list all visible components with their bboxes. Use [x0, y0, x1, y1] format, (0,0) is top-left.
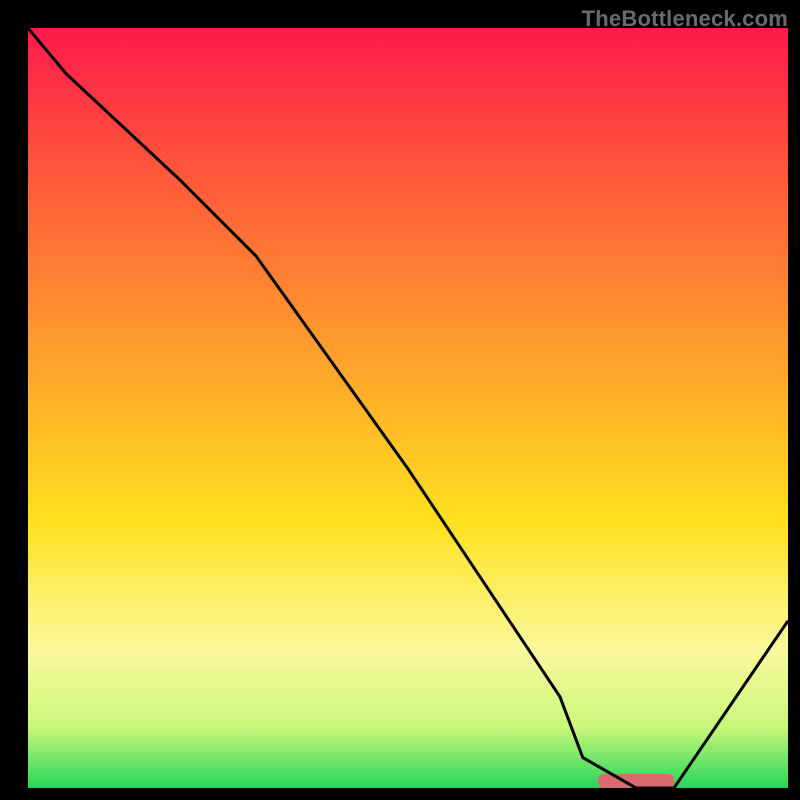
plot-area: [28, 28, 788, 788]
gradient-background: [28, 28, 788, 788]
watermark-text: TheBottleneck.com: [582, 6, 788, 32]
bottleneck-chart: [28, 28, 788, 788]
chart-frame: TheBottleneck.com: [0, 0, 800, 800]
optimum-marker: [598, 774, 674, 788]
